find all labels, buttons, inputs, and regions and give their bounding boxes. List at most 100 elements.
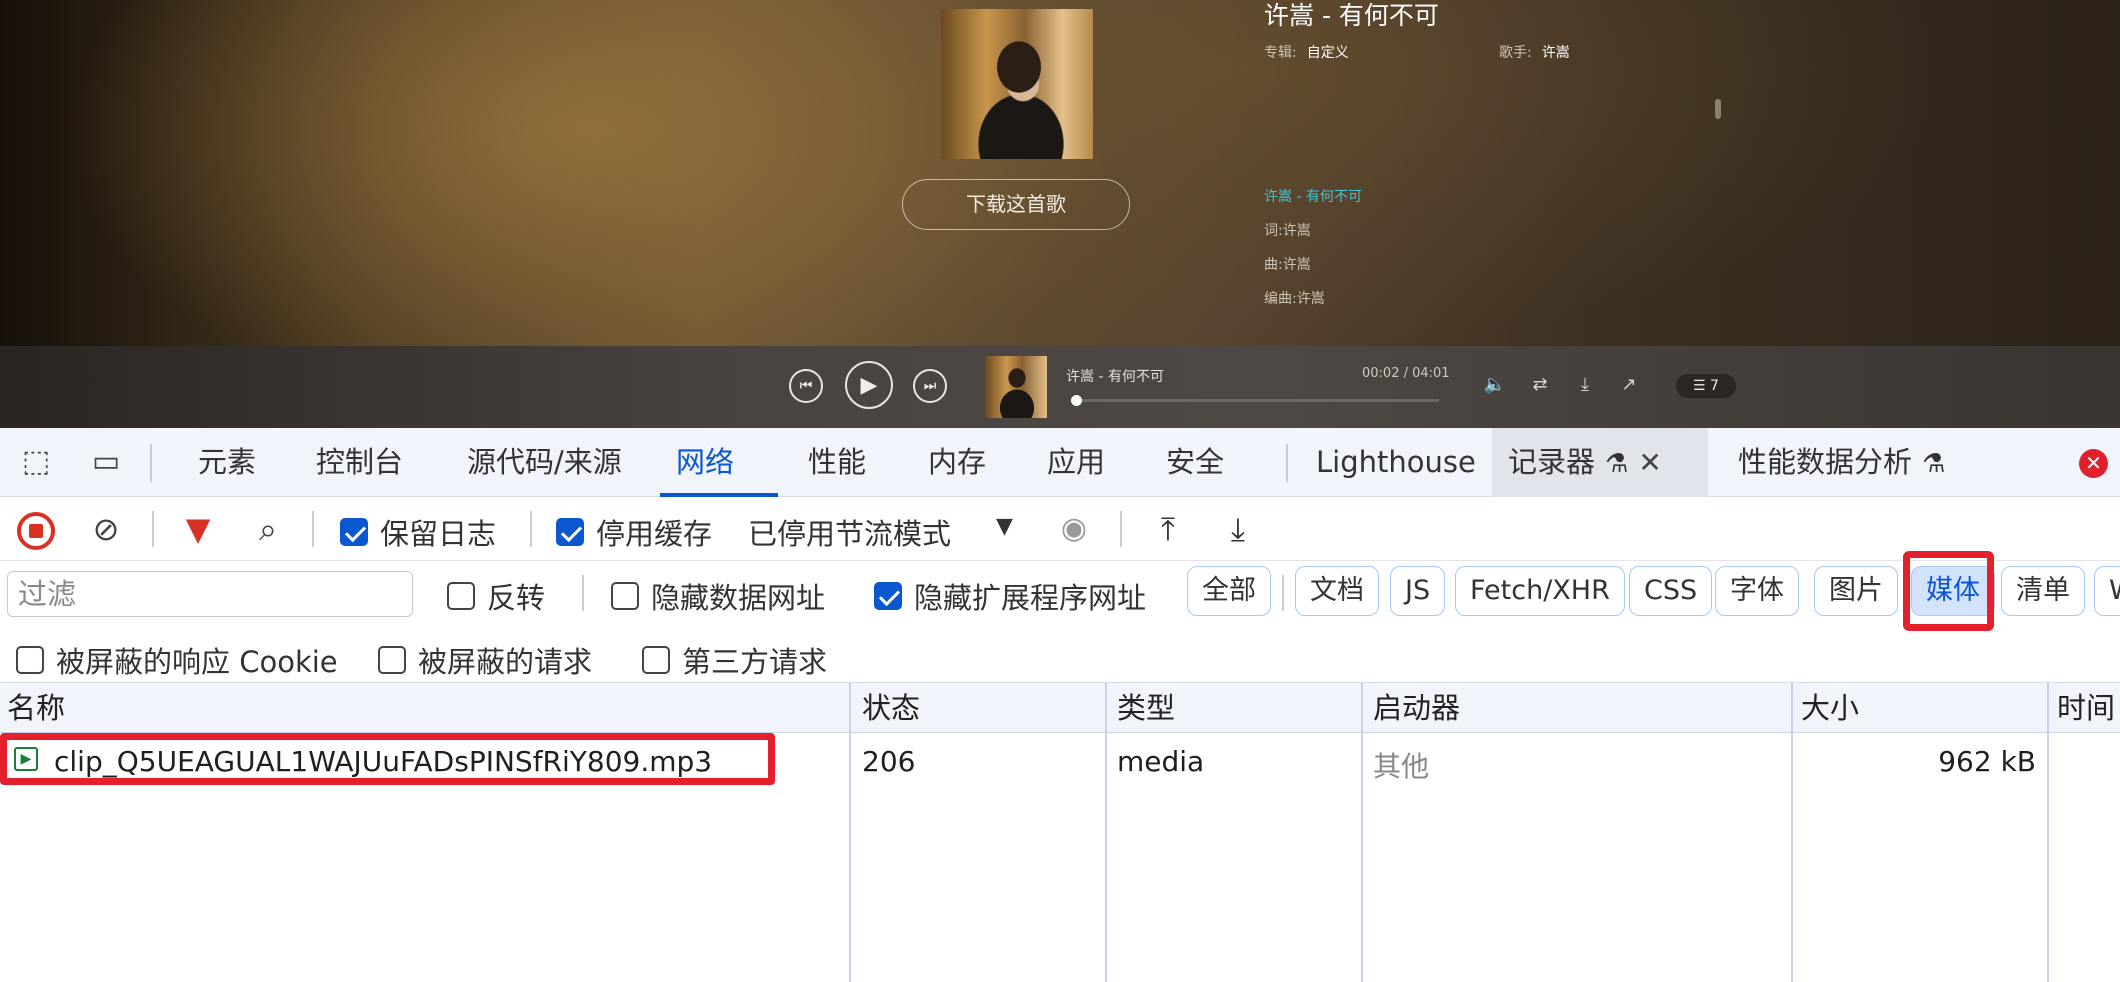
album-label: 专辑: <box>1264 45 1297 61</box>
throttling-select[interactable]: 已停用节流模式 <box>748 511 951 553</box>
device-toolbar-icon[interactable]: ▭ <box>84 440 128 484</box>
column-header-name[interactable]: 名称 <box>7 683 65 733</box>
checkbox-unchecked[interactable] <box>378 646 406 674</box>
preserve-log-checkbox[interactable]: 保留日志 <box>340 511 496 553</box>
column-header-status[interactable]: 状态 <box>862 683 920 733</box>
blocked-requests-checkbox[interactable]: 被屏蔽的请求 <box>378 639 592 681</box>
divider <box>152 511 154 547</box>
export-har-icon[interactable]: ⤓ <box>1216 507 1260 551</box>
column-divider[interactable] <box>849 683 851 982</box>
column-divider[interactable] <box>1361 683 1363 982</box>
music-player-page: 下载这首歌 许嵩 - 有何不可 专辑: 自定义 歌手: 许嵩 许嵩 - 有何不可 词… <box>0 0 2120 428</box>
tab-recorder-label: 记录器 <box>1508 445 1596 479</box>
filter-type-doc[interactable]: 文档 <box>1295 566 1379 616</box>
network-conditions-icon[interactable]: ◉ <box>1052 507 1096 551</box>
download-song-button[interactable]: 下载这首歌 <box>902 179 1130 230</box>
close-devtools-icon[interactable]: ✕ <box>2079 449 2108 478</box>
tab-elements[interactable]: 元素 <box>182 428 272 497</box>
invert-label: 反转 <box>487 581 546 615</box>
close-tab-icon[interactable]: ✕ <box>1638 446 1661 479</box>
column-divider[interactable] <box>2047 683 2049 982</box>
filter-type-font[interactable]: 字体 <box>1715 566 1799 616</box>
loop-icon[interactable]: ⇄ <box>1528 374 1552 395</box>
filter-type-all[interactable]: 全部 <box>1187 566 1271 616</box>
stop-recording-icon[interactable] <box>14 507 58 551</box>
playback-time: 00:02 / 04:01 <box>1362 366 1450 381</box>
request-type: media <box>1117 745 1205 778</box>
artist-value[interactable]: 许嵩 <box>1542 45 1570 61</box>
disable-cache-checkbox[interactable]: 停用缓存 <box>556 511 712 553</box>
hide-data-urls-checkbox[interactable]: 隐藏数据网址 <box>611 575 825 617</box>
third-party-label: 第三方请求 <box>682 645 828 679</box>
tab-console[interactable]: 控制台 <box>300 428 419 497</box>
play-button[interactable]: ▶ <box>845 361 893 409</box>
checkbox-unchecked[interactable] <box>16 646 44 674</box>
filter-type-js[interactable]: JS <box>1390 566 1446 616</box>
download-icon[interactable]: ⤓ <box>1573 374 1597 395</box>
inspect-element-icon[interactable]: ⬚ <box>14 440 58 484</box>
filter-type-img[interactable]: 图片 <box>1814 566 1898 616</box>
blocked-requests-label: 被屏蔽的请求 <box>418 645 593 679</box>
artist-label: 歌手: <box>1499 45 1532 61</box>
checkbox-unchecked[interactable] <box>611 582 639 610</box>
playlist-queue-button[interactable]: ☰ 7 <box>1676 374 1736 398</box>
search-icon[interactable]: ⌕ <box>246 507 290 551</box>
filter-type-manifest[interactable]: 清单 <box>2001 566 2085 616</box>
tab-security[interactable]: 安全 <box>1150 428 1240 497</box>
tab-lighthouse[interactable]: Lighthouse <box>1300 428 1492 497</box>
checkbox-checked[interactable] <box>556 518 584 546</box>
checkbox-unchecked[interactable] <box>447 582 475 610</box>
filter-funnel-icon[interactable]: ▼ <box>176 507 220 551</box>
tab-application[interactable]: 应用 <box>1031 428 1121 497</box>
tab-sources[interactable]: 源代码/来源 <box>451 428 638 497</box>
column-header-size[interactable]: 大小 <box>1801 683 1859 733</box>
chevron-down-icon[interactable]: ▼ <box>996 514 1013 539</box>
now-playing-title: 许嵩 - 有何不可 <box>1066 369 1164 385</box>
column-header-initiator[interactable]: 启动器 <box>1373 683 1460 733</box>
filter-type-ws[interactable]: W <box>2094 566 2120 616</box>
divider <box>150 444 152 482</box>
import-har-icon[interactable]: ⤒ <box>1146 507 1190 551</box>
share-icon[interactable]: ↗ <box>1617 374 1641 395</box>
previous-track-button[interactable]: ⏮ <box>789 369 823 403</box>
tab-memory[interactable]: 内存 <box>912 428 1002 497</box>
next-track-button[interactable]: ⏭ <box>913 369 947 403</box>
lyric-line: 词:许嵩 <box>1264 223 1311 239</box>
tab-network[interactable]: 网络 <box>660 428 778 497</box>
column-header-type[interactable]: 类型 <box>1117 683 1175 733</box>
invert-checkbox[interactable]: 反转 <box>447 575 545 617</box>
mini-album-cover <box>985 356 1047 418</box>
experiment-flask-icon: ⚗ <box>1605 449 1629 479</box>
artist-info: 歌手: 许嵩 <box>1499 42 1570 62</box>
table-header: 名称 状态 类型 启动器 大小 时间 <box>0 683 2120 733</box>
filter-input[interactable] <box>7 571 413 617</box>
column-divider[interactable] <box>1791 683 1793 982</box>
hide-data-urls-label: 隐藏数据网址 <box>651 581 826 615</box>
filter-type-css[interactable]: CSS <box>1629 566 1713 616</box>
album-value[interactable]: 自定义 <box>1307 45 1349 61</box>
third-party-checkbox[interactable]: 第三方请求 <box>642 639 827 681</box>
tab-performance-insights[interactable]: 性能数据分析 ⚗ <box>1722 428 1961 497</box>
checkbox-checked[interactable] <box>340 518 368 546</box>
checkbox-unchecked[interactable] <box>642 646 670 674</box>
progress-slider[interactable] <box>1070 395 1439 406</box>
checkbox-checked[interactable] <box>874 582 902 610</box>
volume-icon[interactable]: 🔈 <box>1483 374 1507 395</box>
tab-performance[interactable]: 性能 <box>792 428 882 497</box>
progress-knob[interactable] <box>1070 395 1082 406</box>
column-divider[interactable] <box>1105 683 1107 982</box>
lyrics-scrollbar[interactable] <box>1715 99 1721 119</box>
devtools-tab-bar: ⬚ ▭ 元素 控制台 源代码/来源 网络 性能 内存 应用 安全 Lightho… <box>0 428 2120 497</box>
divider <box>582 575 584 611</box>
network-request-table: 名称 状态 类型 启动器 大小 时间 ▶ clip_Q5UEAGUAL1WAJU… <box>0 683 2120 982</box>
clear-icon[interactable]: ⊘ <box>84 507 128 551</box>
hide-extension-urls-checkbox[interactable]: 隐藏扩展程序网址 <box>874 575 1146 617</box>
playback-bar: ⏮ ▶ ⏭ 许嵩 - 有何不可 00:02 / 04:01 🔈 ⇄ ⤓ ↗ ☰ … <box>0 346 2120 428</box>
request-size: 962 kB <box>1938 745 2036 778</box>
filter-type-fetch-xhr[interactable]: Fetch/XHR <box>1455 566 1625 616</box>
tab-recorder[interactable]: 记录器 ⚗ ✕ <box>1492 428 1708 497</box>
column-header-time[interactable]: 时间 <box>2057 683 2115 733</box>
network-filter-bar-secondary: 被屏蔽的响应 Cookie 被屏蔽的请求 第三方请求 <box>0 625 2120 683</box>
lyric-line: 曲:许嵩 <box>1264 257 1311 273</box>
blocked-cookies-checkbox[interactable]: 被屏蔽的响应 Cookie <box>16 639 338 681</box>
